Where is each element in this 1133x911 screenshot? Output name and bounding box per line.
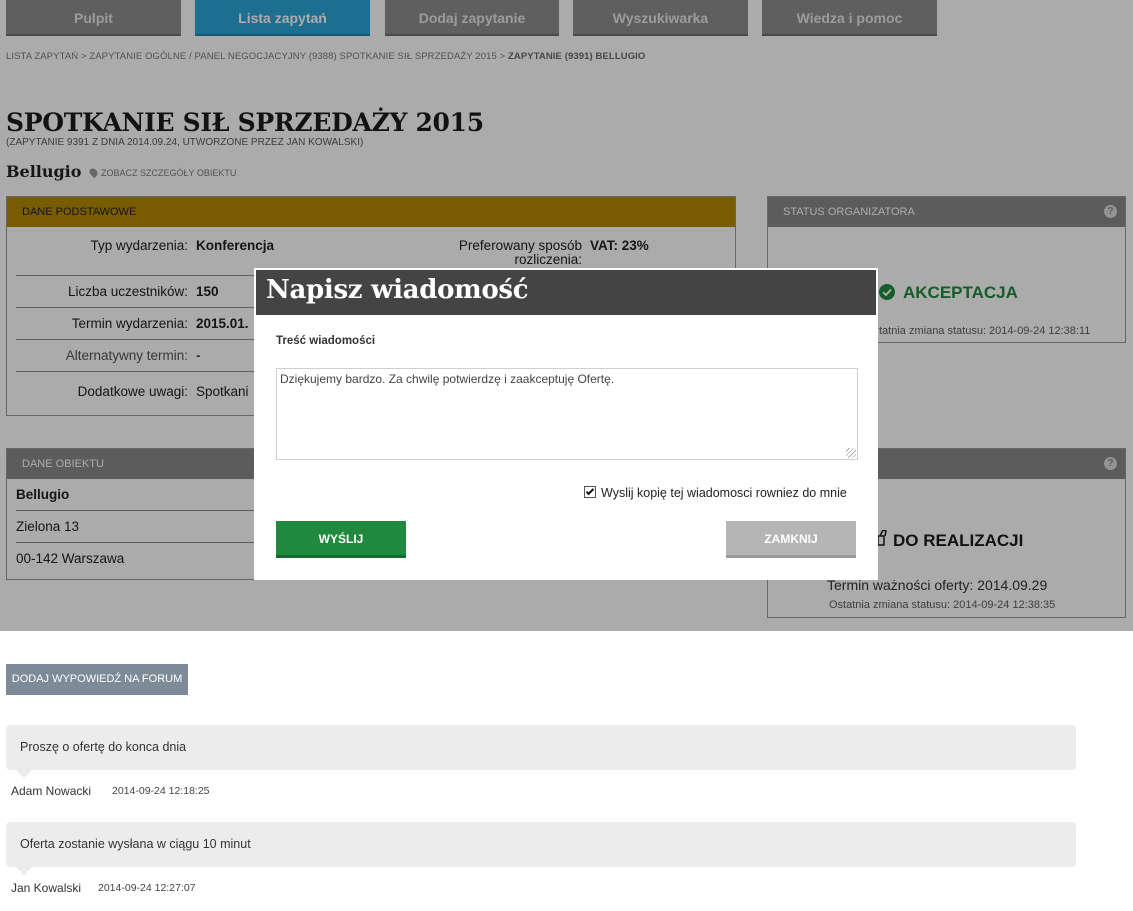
checkmark-icon: [585, 486, 595, 496]
forum-post-text: Proszę o ofertę do konca dnia: [20, 740, 187, 754]
forum-post: Proszę o ofertę do konca dnia: [6, 725, 1076, 778]
send-copy-checkbox[interactable]: [584, 486, 596, 498]
forum-post-author: Jan Kowalski: [11, 881, 82, 895]
message-modal: Napisz wiadomość Treść wiadomości Dzięku…: [254, 268, 878, 580]
forum-post-text: Oferta zostanie wysłana w ciągu 10 minut: [20, 837, 251, 851]
modal-title: Napisz wiadomość: [266, 275, 529, 305]
message-field-label: Treść wiadomości: [276, 335, 376, 347]
send-copy-label[interactable]: Wyslij kopię tej wiadomosci rowniez do m…: [601, 486, 847, 500]
message-textarea[interactable]: Dziękujemy bardzo. Za chwilę potwierdzę …: [276, 368, 858, 460]
add-forum-post-button[interactable]: DODAJ WYPOWIEDŹ NA FORUM: [6, 664, 188, 695]
resize-grip-icon[interactable]: [846, 448, 856, 458]
send-button[interactable]: WYŚLIJ: [276, 521, 406, 558]
modal-header: Napisz wiadomość: [256, 270, 876, 315]
forum-post-time: 2014-09-24 12:18:25: [112, 785, 210, 797]
forum-post-author: Adam Nowacki: [11, 784, 92, 798]
close-button[interactable]: ZAMKNIJ: [726, 521, 856, 558]
forum-post: Oferta zostanie wysłana w ciągu 10 minut: [6, 822, 1076, 875]
forum-post-time: 2014-09-24 12:27:07: [98, 882, 196, 894]
